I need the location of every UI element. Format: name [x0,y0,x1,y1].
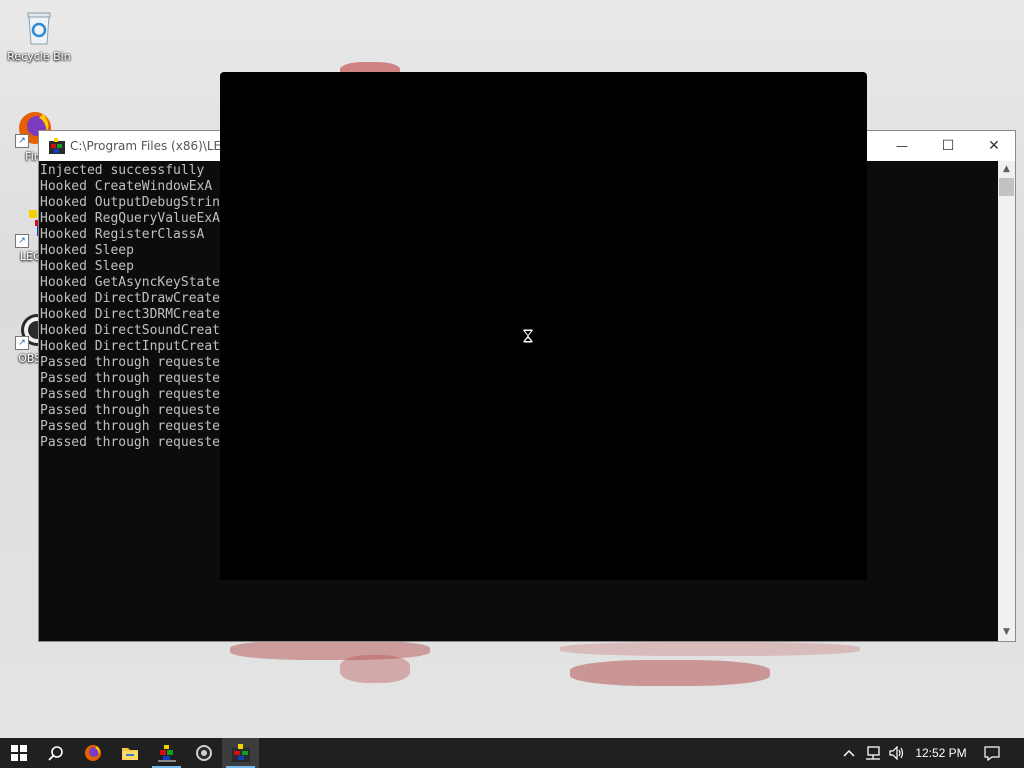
action-center-button[interactable] [980,738,1004,768]
maximize-button[interactable]: ☐ [925,131,971,161]
network-icon [866,746,880,760]
desktop-icon-recycle-bin[interactable]: Recycle Bin [4,8,74,63]
console-title: C:\Program Files (x86)\LEGO [70,139,240,153]
shortcut-arrow-icon: ↗ [15,234,29,248]
lego-console-icon [49,138,65,154]
chevron-up-icon [843,749,855,757]
volume-button[interactable] [886,738,908,768]
minimize-button[interactable]: — [879,131,925,161]
desktop: Recycle Bin ↗ Fire ↗ LEGO ↗ OBS S C:\Pro… [0,0,1024,738]
search-icon [47,746,63,761]
lego-console-icon [231,744,250,762]
scroll-thumb[interactable] [999,178,1014,196]
scroll-down-button[interactable]: ▼ [998,624,1015,641]
shortcut-arrow-icon: ↗ [15,134,29,148]
scroll-up-button[interactable]: ▲ [998,161,1015,178]
notification-icon [984,745,1000,761]
firefox-icon [84,745,101,761]
desktop-icon-label: Recycle Bin [7,50,71,63]
wallpaper-shape [340,655,410,683]
taskbar-firefox[interactable] [74,738,111,768]
speaker-icon [889,746,904,760]
wallpaper-shape [560,642,860,656]
search-button[interactable] [37,738,74,768]
clock[interactable]: 12:52 PM [912,738,970,768]
taskbar-lego-console[interactable] [222,738,259,768]
game-window[interactable] [220,72,867,580]
lego-icon [157,745,176,762]
obs-icon [195,745,212,761]
show-hidden-icons-button[interactable] [838,738,860,768]
hourglass-cursor-icon [522,328,534,344]
taskbar: 12:52 PM [0,738,1024,768]
vertical-scrollbar[interactable]: ▲ ▼ [998,161,1015,641]
taskbar-lego[interactable] [148,738,185,768]
taskbar-file-explorer[interactable] [111,738,148,768]
start-button[interactable] [0,738,37,768]
close-button[interactable]: ✕ [971,131,1017,161]
wallpaper-shape [570,660,770,686]
network-button[interactable] [862,738,884,768]
recycle-bin-icon [19,8,59,48]
file-explorer-icon [121,748,138,760]
taskbar-obs[interactable] [185,738,222,768]
start-icon [10,745,27,761]
shortcut-arrow-icon: ↗ [15,336,29,350]
